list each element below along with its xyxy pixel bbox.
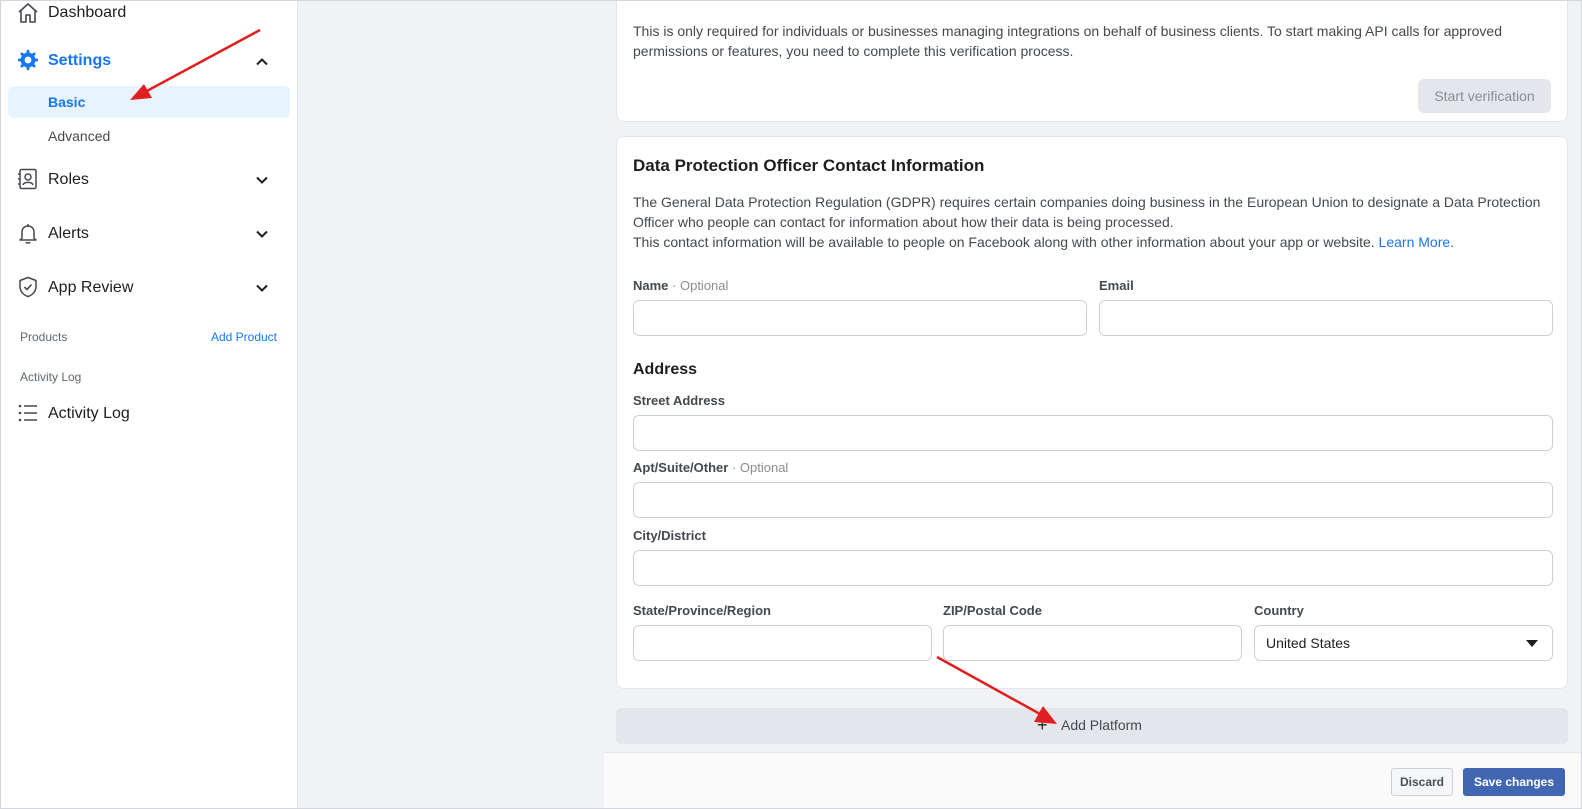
dpo-title: Data Protection Officer Contact Informat… bbox=[633, 156, 985, 175]
activity-log-section-label: Activity Log bbox=[20, 370, 82, 384]
chevron-up-icon[interactable] bbox=[255, 55, 269, 69]
zip-postal-input[interactable] bbox=[943, 625, 1242, 661]
nav-settings-label: Settings bbox=[48, 52, 112, 69]
nav-alerts[interactable]: Alerts bbox=[0, 218, 298, 248]
zip-field-label: ZIP/Postal Code bbox=[943, 603, 1042, 618]
dpo-description-visibility: This contact information will be availab… bbox=[633, 234, 1375, 250]
nav-dashboard[interactable]: Dashboard bbox=[0, 0, 298, 26]
dpo-description: The General Data Protection Regulation (… bbox=[633, 192, 1543, 252]
street-field-label: Street Address bbox=[633, 393, 725, 408]
sidebar: Dashboard Settings Basic Advanced Roles bbox=[0, 0, 298, 809]
plus-icon: + bbox=[1037, 715, 1048, 735]
learn-more-link[interactable]: Learn More. bbox=[1379, 234, 1454, 250]
address-heading: Address bbox=[633, 361, 698, 378]
nav-settings-advanced-label: Advanced bbox=[48, 128, 111, 144]
street-address-input[interactable] bbox=[633, 415, 1553, 451]
nav-alerts-label: Alerts bbox=[48, 225, 89, 242]
apt-field-label: Apt/Suite/Other · Optional bbox=[633, 460, 788, 475]
products-section-label: Products bbox=[20, 330, 68, 344]
apt-label-text: Apt/Suite/Other bbox=[633, 460, 729, 475]
city-field-label: City/District bbox=[633, 528, 706, 543]
add-platform-button[interactable]: + Add Platform bbox=[616, 708, 1568, 744]
nav-app-review-label: App Review bbox=[48, 279, 134, 296]
email-input[interactable] bbox=[1099, 300, 1553, 336]
state-field-label: State/Province/Region bbox=[633, 603, 771, 618]
nav-app-review[interactable]: App Review bbox=[0, 272, 298, 302]
save-changes-button[interactable]: Save changes bbox=[1463, 768, 1565, 796]
state-province-input[interactable] bbox=[633, 625, 932, 661]
nav-settings-basic[interactable]: Basic bbox=[8, 86, 290, 118]
discard-button[interactable]: Discard bbox=[1391, 768, 1453, 796]
chevron-down-icon[interactable] bbox=[255, 227, 269, 241]
verification-text: This is only required for individuals or… bbox=[633, 23, 1502, 59]
bell-icon bbox=[19, 224, 37, 244]
nav-settings-advanced[interactable]: Advanced bbox=[8, 120, 290, 152]
add-platform-label: Add Platform bbox=[1061, 717, 1142, 733]
nav-roles[interactable]: Roles bbox=[0, 164, 298, 194]
chevron-down-icon[interactable] bbox=[255, 173, 269, 187]
country-select[interactable]: United States bbox=[1254, 625, 1553, 661]
name-label-text: Name bbox=[633, 278, 669, 293]
email-field-label: Email bbox=[1099, 278, 1134, 293]
city-district-input[interactable] bbox=[633, 550, 1553, 586]
apt-suite-input[interactable] bbox=[633, 482, 1553, 518]
dpo-card: Data Protection Officer Contact Informat… bbox=[616, 136, 1568, 689]
shield-check-icon bbox=[19, 276, 37, 298]
nav-settings[interactable]: Settings bbox=[0, 44, 298, 76]
roles-badge-icon bbox=[18, 168, 37, 190]
nav-activity-log[interactable]: Activity Log bbox=[0, 398, 298, 428]
gear-icon bbox=[18, 49, 38, 71]
start-verification-button[interactable]: Start verification bbox=[1418, 79, 1551, 113]
dpo-description-gdpr: The General Data Protection Regulation (… bbox=[633, 194, 1541, 230]
optional-tag: · Optional bbox=[728, 460, 789, 475]
name-input[interactable] bbox=[633, 300, 1087, 336]
nav-dashboard-label: Dashboard bbox=[48, 4, 127, 21]
footer-bar: Discard Save changes bbox=[604, 752, 1582, 809]
add-product-link[interactable]: Add Product bbox=[211, 330, 277, 344]
optional-tag: · Optional bbox=[668, 278, 729, 293]
caret-down-icon bbox=[1526, 640, 1538, 647]
country-field-label: Country bbox=[1254, 603, 1304, 618]
verification-card: This is only required for individuals or… bbox=[616, 0, 1568, 122]
nav-settings-basic-label: Basic bbox=[48, 94, 86, 110]
home-icon bbox=[18, 3, 38, 23]
country-selected-value: United States bbox=[1266, 635, 1351, 651]
chevron-down-icon[interactable] bbox=[255, 281, 269, 295]
nav-roles-label: Roles bbox=[48, 171, 89, 188]
nav-activity-log-label: Activity Log bbox=[48, 405, 130, 422]
list-icon bbox=[18, 404, 37, 422]
name-field-label: Name · Optional bbox=[633, 278, 728, 293]
